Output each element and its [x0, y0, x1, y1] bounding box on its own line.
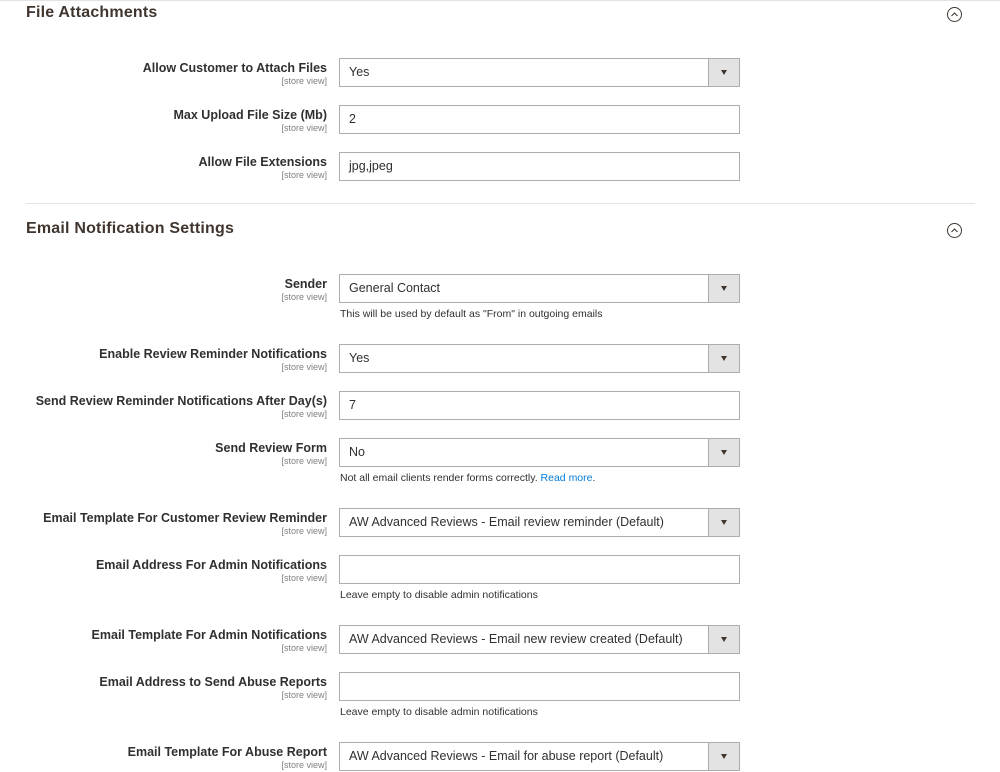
scope-label: [store view]: [281, 170, 327, 180]
select-value: No: [349, 445, 365, 459]
field-row-allow-attach-files: Allow Customer to Attach Files [store vi…: [0, 58, 1000, 88]
reminder-after-days-input[interactable]: 7: [339, 391, 740, 420]
scope-label: [store view]: [281, 76, 327, 86]
field-note: This will be used by default as "From" i…: [340, 308, 603, 320]
sender-select[interactable]: General Contact: [339, 274, 740, 303]
field-label: Send Review Form: [215, 441, 327, 455]
chevron-up-icon: [951, 12, 958, 17]
field-row-reminder-after-days: Send Review Reminder Notifications After…: [0, 391, 1000, 421]
admin-notification-template-select[interactable]: AW Advanced Reviews - Email new review c…: [339, 625, 740, 654]
enable-review-reminder-select[interactable]: Yes: [339, 344, 740, 373]
field-label: Enable Review Reminder Notifications: [99, 347, 327, 361]
collapse-section-button[interactable]: [947, 223, 962, 238]
caret-down-icon[interactable]: [708, 439, 739, 466]
select-value: General Contact: [349, 281, 441, 295]
select-value: AW Advanced Reviews - Email new review c…: [349, 632, 683, 646]
field-label: Send Review Reminder Notifications After…: [35, 394, 327, 408]
collapse-section-button[interactable]: [947, 7, 962, 22]
field-row-max-upload-size: Max Upload File Size (Mb) [store view] 2: [0, 105, 1000, 135]
customer-reminder-template-select[interactable]: AW Advanced Reviews - Email review remin…: [339, 508, 740, 537]
field-row-abuse-report-email: Email Address to Send Abuse Reports [sto…: [0, 672, 1000, 718]
send-review-form-select[interactable]: No: [339, 438, 740, 467]
caret-down-icon[interactable]: [708, 509, 739, 536]
scope-label: [store view]: [281, 526, 327, 536]
field-row-admin-notification-template: Email Template For Admin Notifications […: [0, 625, 1000, 655]
select-value: Yes: [349, 351, 370, 365]
allow-attach-files-select[interactable]: Yes: [339, 58, 740, 87]
allow-file-extensions-input[interactable]: jpg,jpeg: [339, 152, 740, 181]
section-divider: [26, 203, 975, 204]
chevron-up-icon: [951, 228, 958, 233]
caret-down-icon[interactable]: [708, 275, 739, 302]
abuse-report-template-select[interactable]: AW Advanced Reviews - Email for abuse re…: [339, 742, 740, 771]
abuse-report-email-input[interactable]: [339, 672, 740, 701]
scope-label: [store view]: [281, 573, 327, 583]
field-row-allow-file-extensions: Allow File Extensions [store view] jpg,j…: [0, 152, 1000, 182]
caret-down-icon[interactable]: [708, 743, 739, 770]
field-note: Not all email clients render forms corre…: [340, 472, 595, 484]
caret-down-icon[interactable]: [708, 626, 739, 653]
field-label: Max Upload File Size (Mb): [173, 108, 328, 122]
section-title-file-attachments[interactable]: File Attachments: [26, 4, 158, 22]
field-label: Email Template For Admin Notifications: [91, 628, 327, 642]
note-suffix: .: [592, 472, 596, 484]
scope-label: [store view]: [281, 362, 327, 372]
select-value: AW Advanced Reviews - Email review remin…: [349, 515, 664, 529]
select-value: Yes: [349, 65, 370, 79]
field-label: Allow File Extensions: [198, 155, 328, 169]
scope-label: [store view]: [281, 292, 327, 302]
field-label: Email Address to Send Abuse Reports: [99, 675, 327, 689]
field-label: Sender: [284, 277, 327, 291]
field-row-abuse-report-template: Email Template For Abuse Report [store v…: [0, 742, 1000, 772]
scope-label: [store view]: [281, 409, 327, 419]
field-note: Leave empty to disable admin notificatio…: [340, 589, 538, 601]
scope-label: [store view]: [281, 643, 327, 653]
field-label: Email Template For Customer Review Remin…: [43, 511, 327, 525]
field-label: Allow Customer to Attach Files: [142, 61, 327, 75]
field-label: Email Address For Admin Notifications: [95, 558, 327, 572]
admin-email-address-input[interactable]: [339, 555, 740, 584]
note-text: Not all email clients render forms corre…: [340, 472, 538, 484]
read-more-link[interactable]: Read more: [541, 472, 593, 484]
top-divider: [0, 0, 1000, 1]
field-row-send-review-form: Send Review Form [store view] No Not all…: [0, 438, 1000, 484]
caret-down-icon[interactable]: [708, 345, 739, 372]
scope-label: [store view]: [281, 690, 327, 700]
section-title-email-notifications[interactable]: Email Notification Settings: [26, 220, 234, 238]
select-value: AW Advanced Reviews - Email for abuse re…: [349, 749, 664, 763]
field-note: Leave empty to disable admin notificatio…: [340, 706, 538, 718]
scope-label: [store view]: [281, 123, 327, 133]
field-label: Email Template For Abuse Report: [127, 745, 327, 759]
scope-label: [store view]: [281, 456, 327, 466]
caret-down-icon[interactable]: [708, 59, 739, 86]
field-row-enable-review-reminder: Enable Review Reminder Notifications [st…: [0, 344, 1000, 374]
field-row-sender: Sender [store view] General Contact This…: [0, 274, 1000, 320]
field-row-admin-email-address: Email Address For Admin Notifications [s…: [0, 555, 1000, 601]
field-row-customer-reminder-template: Email Template For Customer Review Remin…: [0, 508, 1000, 538]
max-upload-size-input[interactable]: 2: [339, 105, 740, 134]
